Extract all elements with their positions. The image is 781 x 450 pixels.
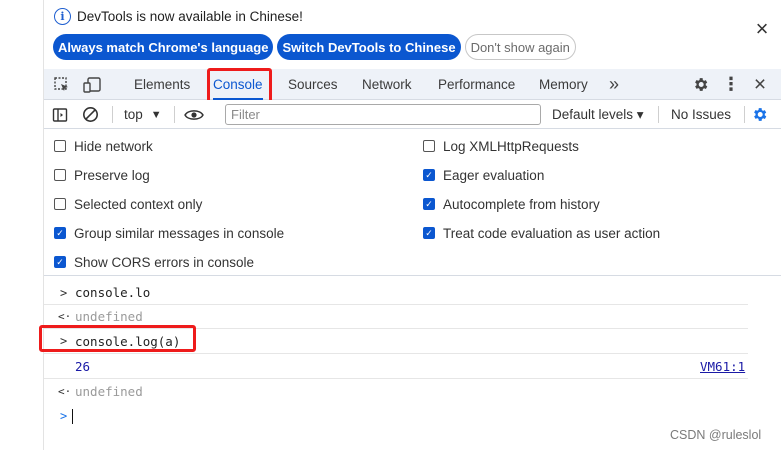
checkbox[interactable] xyxy=(423,140,435,152)
more-tabs-icon[interactable]: » xyxy=(604,69,624,100)
checkbox[interactable] xyxy=(54,169,66,181)
sidebar-toggle-icon[interactable] xyxy=(52,100,72,129)
console-result: undefined xyxy=(75,309,143,324)
console-entry-result: <· undefined xyxy=(44,379,748,403)
console-log-value: 26 xyxy=(75,358,91,374)
setting-label: Hide network xyxy=(74,138,153,154)
console-code: console.lo xyxy=(75,285,151,300)
issues-counter[interactable]: No Issues xyxy=(671,100,731,129)
setting-label: Autocomplete from history xyxy=(443,196,600,212)
inspect-element-icon[interactable] xyxy=(50,69,74,100)
console-code: console.log(a) xyxy=(75,333,181,349)
setting-hide-network[interactable]: Hide network xyxy=(54,136,153,156)
checkbox[interactable] xyxy=(54,198,66,210)
console-entry-log: 26 VM61:1 xyxy=(44,354,748,379)
tab-memory[interactable]: Memory xyxy=(539,69,588,100)
console-entry-input: > console.lo xyxy=(44,281,748,305)
dont-show-again-button[interactable]: Don't show again xyxy=(464,34,576,60)
setting-autocomplete-history[interactable]: ✓ Autocomplete from history xyxy=(423,194,600,214)
checkbox-checked[interactable]: ✓ xyxy=(423,227,435,239)
source-link[interactable]: VM61:1 xyxy=(700,359,745,374)
checkbox-checked[interactable]: ✓ xyxy=(54,227,66,239)
toolbar-divider xyxy=(174,106,175,123)
context-selector[interactable]: top ▼ xyxy=(124,100,162,129)
chevron-down-icon: ▼ xyxy=(150,108,162,121)
watermark: CSDN @ruleslol xyxy=(670,428,762,442)
console-settings-gear-icon[interactable] xyxy=(751,100,771,129)
checkbox-checked[interactable]: ✓ xyxy=(423,198,435,210)
banner-close-icon[interactable]: × xyxy=(751,16,773,41)
console-output: > console.lo <· undefined > console.log(… xyxy=(44,277,781,450)
console-result: undefined xyxy=(75,383,143,399)
input-prompt-icon: > xyxy=(60,285,68,300)
tab-console[interactable]: Console xyxy=(213,69,263,100)
checkbox-checked[interactable]: ✓ xyxy=(54,256,66,268)
toolbar-divider xyxy=(658,106,659,123)
text-cursor xyxy=(72,408,73,424)
setting-label: Selected context only xyxy=(74,196,203,212)
setting-log-xhr[interactable]: Log XMLHttpRequests xyxy=(423,136,579,156)
clear-console-icon[interactable] xyxy=(82,100,102,129)
console-settings-panel: Hide network Preserve log Selected conte… xyxy=(44,130,781,276)
settings-gear-icon[interactable] xyxy=(688,69,712,100)
console-entry-result: <· undefined xyxy=(44,305,748,329)
prompt-chevron-icon: > xyxy=(60,409,68,423)
setting-label: Log XMLHttpRequests xyxy=(443,138,579,154)
banner-message-row: i DevTools is now available in Chinese! xyxy=(54,6,303,26)
input-prompt-icon: > xyxy=(60,334,68,348)
setting-show-cors-errors[interactable]: ✓ Show CORS errors in console xyxy=(54,252,254,272)
switch-chinese-button[interactable]: Switch DevTools to Chinese xyxy=(277,34,461,60)
banner-message: DevTools is now available in Chinese! xyxy=(77,8,303,24)
toolbar-divider xyxy=(744,106,745,123)
device-toolbar-icon[interactable] xyxy=(81,69,105,100)
tab-performance[interactable]: Performance xyxy=(438,69,515,100)
console-toolbar: top ▼ Filter Default levels ▾ No Issues xyxy=(44,100,781,129)
setting-label: Treat code evaluation as user action xyxy=(443,225,661,241)
live-expression-eye-icon[interactable] xyxy=(184,100,208,129)
checkbox-checked[interactable]: ✓ xyxy=(423,169,435,181)
default-levels-dropdown[interactable]: Default levels ▾ xyxy=(552,100,644,129)
setting-label: Preserve log xyxy=(74,167,150,183)
setting-label: Eager evaluation xyxy=(443,167,545,183)
result-prompt-icon: <· xyxy=(58,310,72,323)
setting-label: Group similar messages in console xyxy=(74,225,285,241)
banner-buttons: Always match Chrome's language Switch De… xyxy=(53,34,576,60)
setting-preserve-log[interactable]: Preserve log xyxy=(54,165,150,185)
setting-label: Show CORS errors in console xyxy=(74,254,255,270)
devtools-tabbar: Elements Console Sources Network Perform… xyxy=(44,69,781,100)
checkbox[interactable] xyxy=(54,140,66,152)
more-options-icon[interactable]: ⋮ xyxy=(721,69,741,100)
devtools-close-icon[interactable]: × xyxy=(749,69,771,100)
tab-network[interactable]: Network xyxy=(362,69,412,100)
result-prompt-icon: <· xyxy=(58,384,72,398)
console-prompt-line[interactable]: > xyxy=(44,405,748,427)
setting-group-similar[interactable]: ✓ Group similar messages in console xyxy=(54,223,284,243)
language-banner: i DevTools is now available in Chinese! … xyxy=(44,0,781,69)
console-entry-input: > console.log(a) xyxy=(44,329,748,354)
setting-treat-as-user-action[interactable]: ✓ Treat code evaluation as user action xyxy=(423,223,660,243)
info-icon: i xyxy=(54,7,71,25)
setting-selected-context-only[interactable]: Selected context only xyxy=(54,194,202,214)
setting-eager-evaluation[interactable]: ✓ Eager evaluation xyxy=(423,165,544,185)
context-label: top xyxy=(124,107,143,122)
match-language-button[interactable]: Always match Chrome's language xyxy=(53,34,274,60)
tab-sources[interactable]: Sources xyxy=(288,69,338,100)
toolbar-divider xyxy=(112,106,113,123)
tab-elements[interactable]: Elements xyxy=(134,69,190,100)
filter-input[interactable]: Filter xyxy=(225,104,541,125)
